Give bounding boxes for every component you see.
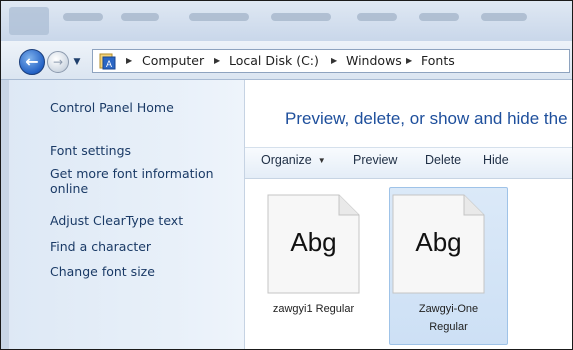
fonts-folder-icon: A bbox=[99, 53, 116, 70]
forward-arrow-icon[interactable]: → bbox=[47, 51, 69, 73]
svg-text:A: A bbox=[106, 59, 112, 69]
blurred-tab bbox=[419, 13, 459, 21]
breadcrumb-separator-icon[interactable]: ▶ bbox=[331, 49, 337, 73]
blurred-tab bbox=[271, 13, 331, 21]
change-font-size-link[interactable]: Change font size bbox=[50, 264, 155, 279]
delete-button[interactable]: Delete bbox=[425, 153, 461, 167]
breadcrumb-computer[interactable]: Computer bbox=[142, 49, 204, 73]
blurred-app-button bbox=[9, 7, 49, 35]
blurred-tab bbox=[121, 13, 159, 21]
preview-button[interactable]: Preview bbox=[353, 153, 397, 167]
recent-pages-chevron-icon[interactable]: ▼ bbox=[72, 54, 82, 70]
font-sample-text: Abg bbox=[415, 227, 462, 257]
breadcrumb-local-disk[interactable]: Local Disk (C:) bbox=[229, 49, 319, 73]
blurred-tab bbox=[189, 13, 249, 21]
chevron-down-icon: ▼ bbox=[317, 156, 326, 166]
pane-edge bbox=[1, 80, 9, 349]
adjust-cleartype-link[interactable]: Adjust ClearType text bbox=[50, 213, 183, 228]
back-arrow-icon[interactable]: ← bbox=[19, 49, 45, 75]
blurred-tab bbox=[357, 13, 397, 21]
explorer-window: ← → ▼ A ▶ Computer ▶ Local Disk (C:) ▶ W… bbox=[0, 0, 573, 350]
font-sample-text: Abg bbox=[290, 227, 337, 257]
blurred-tab bbox=[481, 13, 527, 21]
page-title: Preview, delete, or show and hide the bbox=[285, 109, 568, 128]
hide-button[interactable]: Hide bbox=[483, 153, 509, 167]
font-settings-link[interactable]: Font settings bbox=[50, 143, 131, 158]
blurred-toolbar-strip bbox=[1, 1, 572, 42]
font-name-label[interactable]: zawgyi1 Regular bbox=[263, 300, 364, 318]
breadcrumb-fonts[interactable]: Fonts bbox=[421, 49, 455, 73]
breadcrumb-windows[interactable]: Windows bbox=[346, 49, 402, 73]
get-more-font-info-link[interactable]: Get more font information online bbox=[50, 166, 235, 196]
find-character-link[interactable]: Find a character bbox=[50, 239, 151, 254]
blurred-tab bbox=[63, 13, 103, 21]
breadcrumb-separator-icon[interactable]: ▶ bbox=[214, 49, 220, 73]
breadcrumb-separator-icon[interactable]: ▶ bbox=[406, 49, 412, 73]
breadcrumb-separator-icon[interactable]: ▶ bbox=[126, 49, 132, 73]
font-name-label[interactable]: Zawgyi-One Regular bbox=[406, 300, 491, 336]
organize-label: Organize bbox=[261, 153, 312, 167]
organize-button[interactable]: Organize ▼ bbox=[261, 153, 326, 167]
control-panel-home-link[interactable]: Control Panel Home bbox=[50, 100, 174, 115]
